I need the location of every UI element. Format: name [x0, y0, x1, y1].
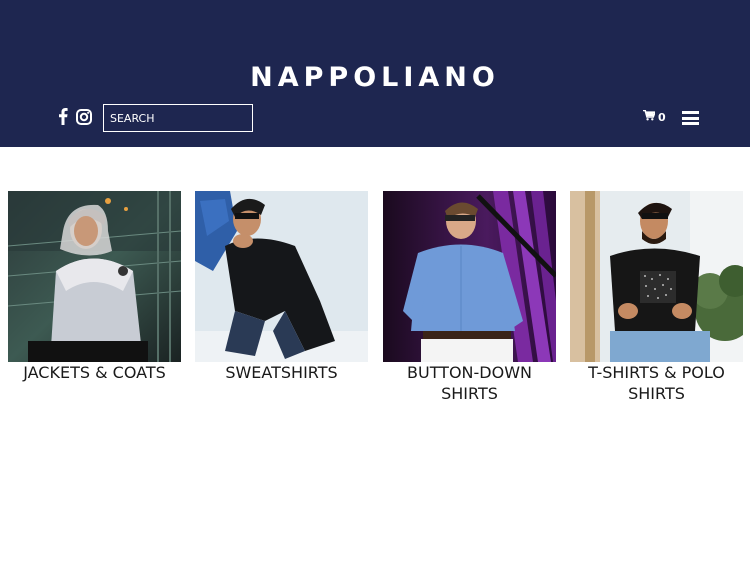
cart-icon: [643, 109, 657, 124]
category-label[interactable]: SWEATSHIRTS: [195, 362, 368, 383]
cart-count: 0: [658, 110, 666, 124]
hamburger-menu-icon[interactable]: [682, 111, 699, 125]
category-card-sweatshirts[interactable]: SWEATSHIRTS: [195, 191, 368, 383]
category-label[interactable]: BUTTON-DOWN SHIRTS: [383, 362, 556, 404]
search-input[interactable]: [103, 104, 253, 132]
category-card-button-down[interactable]: BUTTON-DOWN SHIRTS: [383, 191, 556, 404]
category-image-button-down[interactable]: [383, 191, 556, 362]
category-card-jackets[interactable]: JACKETS & COATS: [8, 191, 181, 383]
category-image-tshirts-polo[interactable]: [570, 191, 743, 362]
site-logo[interactable]: NAPPOLIANO: [0, 62, 750, 94]
category-image-sweatshirts[interactable]: [195, 191, 368, 362]
cart-button[interactable]: 0: [643, 109, 666, 124]
site-header: NAPPOLIANO 0: [0, 0, 750, 147]
category-label[interactable]: T-SHIRTS & POLO SHIRTS: [570, 362, 743, 404]
category-image-jackets[interactable]: [8, 191, 181, 362]
category-card-tshirts-polo[interactable]: T-SHIRTS & POLO SHIRTS: [570, 191, 743, 404]
category-label[interactable]: JACKETS & COATS: [8, 362, 181, 383]
social-links: [58, 108, 92, 125]
facebook-icon[interactable]: [58, 108, 68, 125]
instagram-icon[interactable]: [76, 108, 92, 125]
